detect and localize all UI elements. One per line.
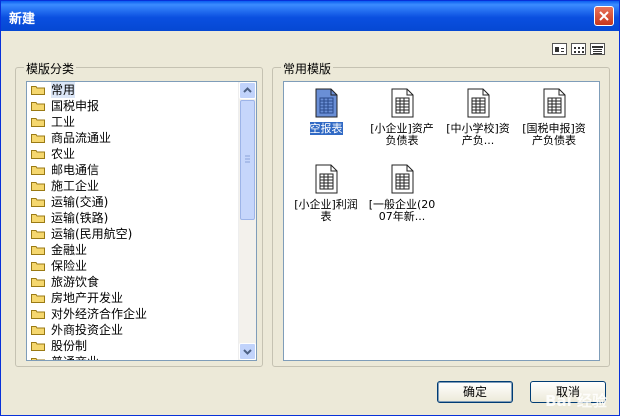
category-list-items: 常用 国税申报工业商品流通业农业邮电通信施工企业运输(交通) 运输(铁路) 运输(民用…	[27, 82, 252, 360]
category-item-label: 常用	[51, 82, 76, 98]
category-scrollbar[interactable]	[238, 82, 256, 360]
category-item[interactable]: 房地产开发业	[27, 290, 252, 306]
category-item-label: 对外经济合作企业	[51, 307, 148, 321]
category-item-label: 房地产开发业	[51, 291, 124, 305]
folder-icon	[31, 262, 45, 271]
category-item[interactable]: 常用	[27, 82, 252, 98]
category-item-label: 普通商业	[51, 354, 99, 360]
close-icon	[599, 11, 609, 21]
small-icons-view-icon[interactable]	[571, 43, 586, 55]
scroll-thumb[interactable]	[240, 100, 255, 220]
close-button[interactable]	[594, 6, 614, 26]
template-tile-label: [一般企业(2007年新...	[368, 198, 436, 223]
category-item[interactable]: 邮电通信	[27, 162, 252, 178]
category-item-label: 商品流通业	[51, 131, 112, 145]
category-item[interactable]: 国税申报	[27, 98, 252, 114]
folder-icon	[31, 230, 45, 239]
category-item[interactable]: 保险业	[27, 258, 252, 274]
window-title: 新建	[9, 12, 36, 27]
category-item-label: 工业	[51, 115, 76, 129]
category-item-label: 旅游饮食	[51, 275, 100, 289]
ok-button[interactable]: 确定	[437, 381, 513, 403]
category-item-label: 外商投资企业	[51, 323, 124, 337]
chevron-up-icon	[243, 87, 252, 93]
category-item[interactable]: 对外经济合作企业	[27, 306, 252, 322]
category-item[interactable]: 工业	[27, 114, 252, 130]
folder-icon	[31, 86, 45, 95]
template-tile-label: [小企业]资产负债表	[370, 122, 434, 147]
template-group: 常用模版 空报表 [小企业]资产负债表 [中小学校]资产负... [国税申报]资产负债…	[272, 60, 610, 367]
folder-icon	[31, 102, 45, 111]
folder-icon	[31, 214, 45, 223]
template-tile[interactable]: [国税申报]资产负债表	[518, 88, 590, 147]
title-bar[interactable]: 新建	[1, 1, 619, 31]
folder-icon	[31, 358, 45, 360]
category-item-label: 运输(交通)	[51, 195, 109, 209]
category-item[interactable]: 运输(铁路)	[27, 210, 252, 226]
folder-icon	[31, 150, 45, 159]
scroll-up-button[interactable]	[239, 82, 256, 99]
folder-icon	[31, 118, 45, 127]
category-item-label: 农业	[51, 147, 76, 161]
category-item[interactable]: 股份制	[27, 338, 252, 354]
folder-icon	[31, 326, 45, 335]
category-list[interactable]: 常用 国税申报工业商品流通业农业邮电通信施工企业运输(交通) 运输(铁路) 运输(民用…	[26, 81, 257, 361]
category-item[interactable]: 施工企业	[27, 178, 252, 194]
category-item-label: 保险业	[51, 259, 88, 273]
category-item[interactable]: 普通商业	[27, 354, 252, 360]
template-group-label: 常用模版	[281, 60, 334, 77]
category-item-label: 邮电通信	[51, 163, 100, 177]
template-tile-label: [中小学校]资产负...	[446, 122, 510, 147]
category-item-label: 运输(民用航空)	[51, 227, 133, 241]
folder-icon	[31, 198, 45, 207]
folder-icon	[31, 278, 45, 287]
template-tile[interactable]: [小企业]资产负债表	[366, 88, 438, 147]
category-item[interactable]: 农业	[27, 146, 252, 162]
template-tile[interactable]: 空报表	[290, 88, 362, 135]
category-item-label: 股份制	[51, 339, 88, 353]
scroll-down-button[interactable]	[239, 343, 256, 360]
chevron-down-icon	[243, 349, 252, 355]
folder-icon	[31, 134, 45, 143]
template-pane[interactable]: 空报表 [小企业]资产负债表 [中小学校]资产负... [国税申报]资产负债表 [小企业…	[283, 81, 600, 361]
category-item[interactable]: 运输(交通)	[27, 194, 252, 210]
spreadsheet-doc-icon	[391, 164, 414, 194]
category-item[interactable]: 商品流通业	[27, 130, 252, 146]
template-tile-label: [国税申报]资产负债表	[522, 122, 586, 147]
folder-icon	[31, 310, 45, 319]
category-item-label: 国税申报	[51, 99, 100, 113]
folder-icon	[31, 166, 45, 175]
new-dialog: 新建 模版分类 常用 国税申报工业商品流通业农业邮电通信施工企业运输(交通) 运输(…	[0, 0, 620, 416]
category-item[interactable]: 旅游饮食	[27, 274, 252, 290]
folder-icon	[31, 182, 45, 191]
folder-icon	[31, 246, 45, 255]
template-tile[interactable]: [小企业]利润表	[290, 164, 362, 223]
template-tile-label: 空报表	[309, 122, 343, 135]
large-icons-view-icon[interactable]	[552, 43, 567, 55]
category-item[interactable]: 金融业	[27, 242, 252, 258]
template-tile-label: [小企业]利润表	[294, 198, 358, 223]
folder-icon	[31, 342, 45, 351]
category-item-label: 金融业	[51, 243, 88, 257]
spreadsheet-doc-icon	[315, 164, 338, 194]
category-item[interactable]: 外商投资企业	[27, 322, 252, 338]
category-item[interactable]: 运输(民用航空)	[27, 226, 252, 242]
view-mode-toolbar	[552, 43, 605, 55]
category-group-label: 模版分类	[24, 60, 77, 77]
list-view-icon[interactable]	[590, 43, 605, 55]
template-tile[interactable]: [中小学校]资产负...	[442, 88, 514, 147]
template-tile[interactable]: [一般企业(2007年新...	[366, 164, 438, 223]
category-group: 模版分类 常用 国税申报工业商品流通业农业邮电通信施工企业运输(交通) 运输(铁路)…	[15, 60, 263, 367]
spreadsheet-doc-icon	[467, 88, 490, 118]
folder-icon	[31, 294, 45, 303]
spreadsheet-doc-icon	[543, 88, 566, 118]
spreadsheet-doc-icon	[315, 88, 338, 118]
spreadsheet-doc-icon	[391, 88, 414, 118]
watermark: Bai 经验	[545, 392, 607, 410]
category-item-label: 施工企业	[51, 179, 100, 193]
category-item-label: 运输(铁路)	[51, 211, 109, 225]
